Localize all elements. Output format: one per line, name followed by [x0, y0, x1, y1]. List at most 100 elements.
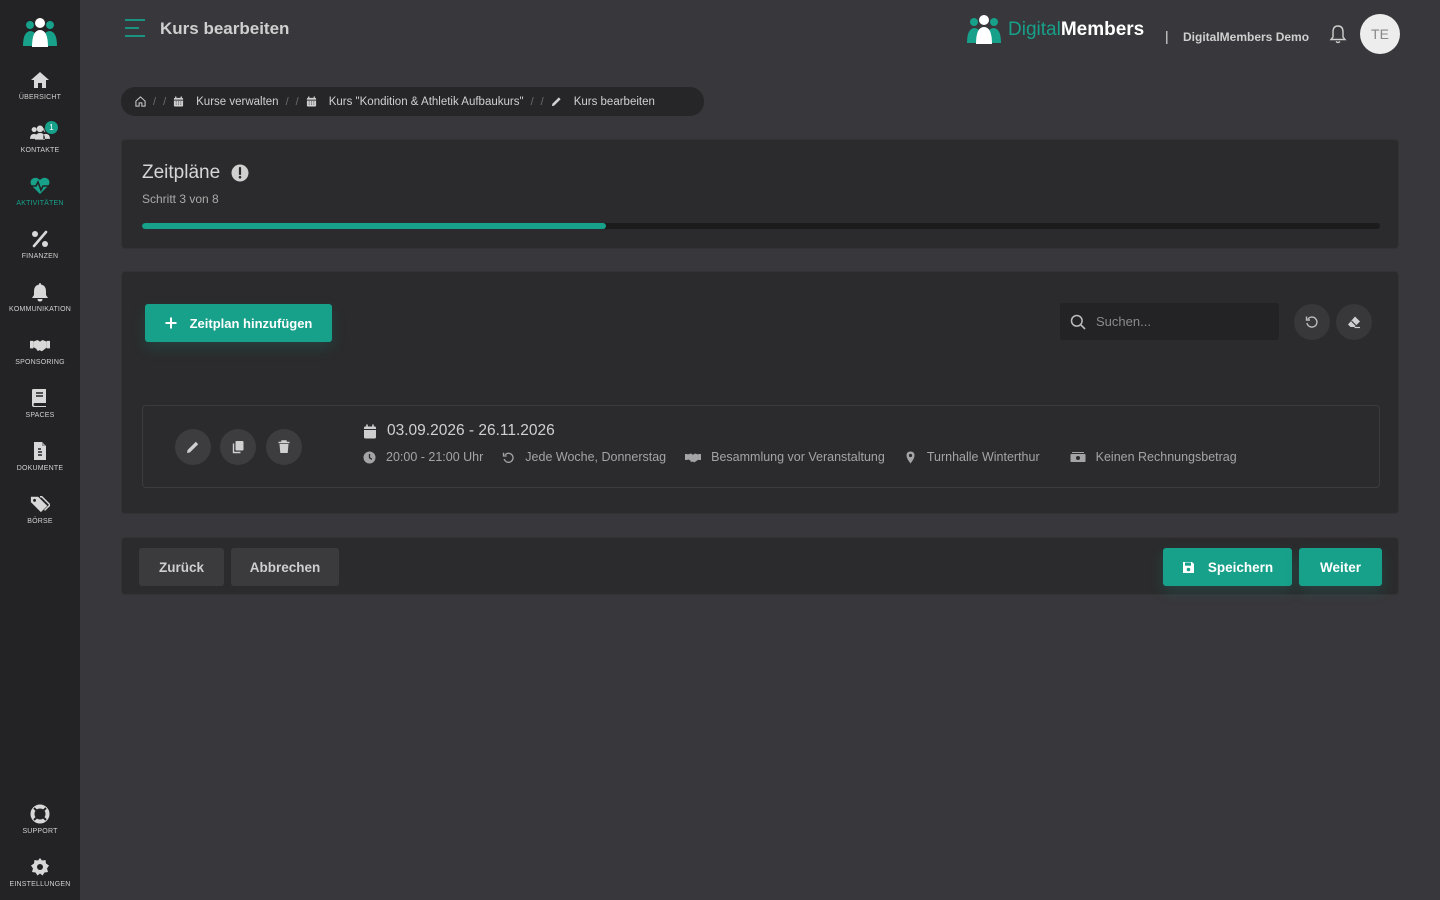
- clock-icon: [363, 451, 376, 463]
- money-bill-icon: [1070, 451, 1086, 462]
- schedule-billing: Keinen Rechnungsbetrag: [1070, 450, 1237, 464]
- page-title: Kurs bearbeiten: [160, 19, 290, 38]
- next-button[interactable]: Weiter: [1299, 548, 1382, 586]
- sidebar-item-spaces[interactable]: Spaces: [0, 388, 80, 441]
- step-title-text: Zeitpläne: [142, 162, 221, 183]
- sidebar-item-label: Aktivitäten: [16, 200, 64, 207]
- home-outline-icon: [135, 96, 146, 107]
- header-separator: |: [1165, 28, 1169, 44]
- sidebar-item-kommunikation[interactable]: Kommunikation: [0, 282, 80, 335]
- tags-icon: [30, 496, 50, 513]
- sidebar-item-label: Finanzen: [21, 253, 59, 260]
- sidebar-item-label: Dokumente: [16, 465, 64, 472]
- schedule-location: Turnhalle Winterthur: [904, 450, 1040, 464]
- contacts-badge: 1: [44, 120, 59, 135]
- search-input[interactable]: [1096, 314, 1266, 329]
- sidebar-item-label: Übersicht: [18, 94, 62, 101]
- search-box: [1060, 303, 1279, 340]
- reset-button[interactable]: [1294, 304, 1330, 340]
- schedule-meeting-text: Besammlung vor Veranstaltung: [711, 450, 885, 464]
- duplicate-schedule-button[interactable]: [220, 429, 256, 465]
- map-marker-icon: [906, 451, 915, 463]
- brand-name: DigitalMembers: [1008, 19, 1144, 41]
- brand-logo[interactable]: DigitalMembers: [966, 14, 1144, 46]
- file-icon: [34, 442, 46, 460]
- clear-filter-button[interactable]: [1336, 304, 1372, 340]
- schedule-billing-text: Keinen Rechnungsbetrag: [1095, 450, 1237, 464]
- book-icon: [32, 389, 46, 407]
- breadcrumb-kurse-verwalten[interactable]: Kurse verwalten: [173, 95, 279, 108]
- breadcrumb-separator: /: [530, 95, 534, 108]
- add-schedule-label: Zeitplan hinzufügen: [189, 315, 313, 331]
- schedule-meta: 20:00 - 21:00 Uhr Jede Woche, Donnerstag…: [363, 450, 1256, 464]
- handshake-icon: [30, 340, 50, 352]
- save-button[interactable]: Speichern: [1163, 548, 1292, 586]
- breadcrumb-separator: /: [153, 95, 157, 108]
- digitalmembers-logo-icon[interactable]: [22, 18, 58, 48]
- search-icon: [1070, 314, 1086, 330]
- life-ring-icon: [30, 804, 50, 824]
- breadcrumb-label: Kurs bearbeiten: [573, 95, 655, 108]
- back-button[interactable]: Zurück: [139, 548, 224, 586]
- schedule-meeting: Besammlung vor Veranstaltung: [685, 450, 885, 464]
- breadcrumb-kurs-bearbeiten[interactable]: Kurs bearbeiten: [551, 96, 655, 108]
- sidebar-item-sponsoring[interactable]: Sponsoring: [0, 335, 80, 388]
- breadcrumb: / / Kurse verwalten / / Kurs "Kondition …: [121, 87, 704, 116]
- percent-icon: [32, 230, 48, 248]
- sidebar-item-dokumente[interactable]: Dokumente: [0, 441, 80, 494]
- wizard-footer: Zurück Abbrechen Speichern Weiter: [121, 537, 1399, 595]
- bell-icon: [32, 283, 48, 302]
- save-button-label: Speichern: [1207, 559, 1274, 575]
- sidebar-item-support[interactable]: Support: [0, 804, 80, 857]
- eraser-icon: [1348, 316, 1360, 329]
- sidebar-item-label: Sponsoring: [15, 359, 65, 366]
- calendar-icon: [364, 424, 376, 438]
- sidebar-item-label: Kommunikation: [9, 306, 71, 313]
- breadcrumb-label: Kurse verwalten: [196, 95, 279, 108]
- schedule-time-text: 20:00 - 21:00 Uhr: [386, 450, 484, 464]
- step-counter: Schritt 3 von 8: [142, 192, 219, 206]
- edit-schedule-button[interactable]: [175, 429, 211, 465]
- info-icon[interactable]: [231, 164, 249, 182]
- copy-icon: [232, 441, 244, 454]
- breadcrumb-separator: /: [540, 95, 544, 108]
- breadcrumb-separator: /: [163, 95, 167, 108]
- breadcrumb-kurs[interactable]: Kurs "Kondition & Athletik Aufbaukurs": [306, 96, 524, 108]
- sidebar-item-boerse[interactable]: Börse: [0, 494, 80, 547]
- user-avatar[interactable]: TE: [1360, 14, 1400, 54]
- sidebar-item-kontakte[interactable]: 1 Kontakte: [0, 120, 80, 176]
- sidebar: Übersicht 1 Kontakte Aktivitäten Finanze…: [0, 0, 80, 900]
- digitalmembers-logo-icon: [967, 15, 1001, 44]
- sidebar-item-uebersicht[interactable]: Übersicht: [0, 70, 80, 123]
- sidebar-item-einstellungen[interactable]: Einstellungen: [0, 857, 80, 900]
- step-title: Zeitpläne: [142, 162, 249, 184]
- pencil-icon: [187, 441, 199, 453]
- trash-icon: [278, 440, 290, 453]
- wizard-progress-fill: [142, 223, 607, 229]
- calendar-icon: [174, 96, 184, 107]
- schedule-list-item: 03.09.2026 - 26.11.2026 20:00 - 21:00 Uh…: [142, 405, 1380, 488]
- sidebar-item-aktivitaeten[interactable]: Aktivitäten: [0, 176, 80, 229]
- sidebar-item-finanzen[interactable]: Finanzen: [0, 229, 80, 282]
- organization-name[interactable]: DigitalMembers Demo: [1183, 30, 1309, 44]
- notifications-bell-icon[interactable]: [1328, 24, 1348, 44]
- repeat-icon: [503, 452, 514, 463]
- schedule-recurrence-text: Jede Woche, Donnerstag: [525, 450, 667, 464]
- breadcrumb-label: Kurs "Kondition & Athletik Aufbaukurs": [328, 95, 524, 108]
- sidebar-item-label: Support: [22, 828, 58, 835]
- floppy-disk-icon: [1182, 561, 1194, 573]
- delete-schedule-button[interactable]: [266, 429, 302, 465]
- schedules-card: Zeitplan hinzufügen 03.09.2026 - 26.11.2…: [121, 271, 1399, 514]
- breadcrumb-home[interactable]: [135, 96, 146, 107]
- add-schedule-button[interactable]: Zeitplan hinzufügen: [145, 304, 332, 342]
- brand-name-light: Digital: [1008, 19, 1061, 40]
- wizard-step-card: Zeitpläne Schritt 3 von 8: [121, 139, 1399, 249]
- cancel-button[interactable]: Abbrechen: [231, 548, 339, 586]
- schedule-date-text: 03.09.2026 - 26.11.2026: [387, 422, 555, 439]
- sidebar-item-label: Spaces: [25, 412, 55, 419]
- schedule-location-text: Turnhalle Winterthur: [926, 450, 1040, 464]
- menu-toggle-icon[interactable]: [124, 18, 146, 38]
- heartbeat-icon: [30, 177, 50, 194]
- home-icon: [31, 72, 49, 88]
- calendar-icon: [306, 96, 316, 107]
